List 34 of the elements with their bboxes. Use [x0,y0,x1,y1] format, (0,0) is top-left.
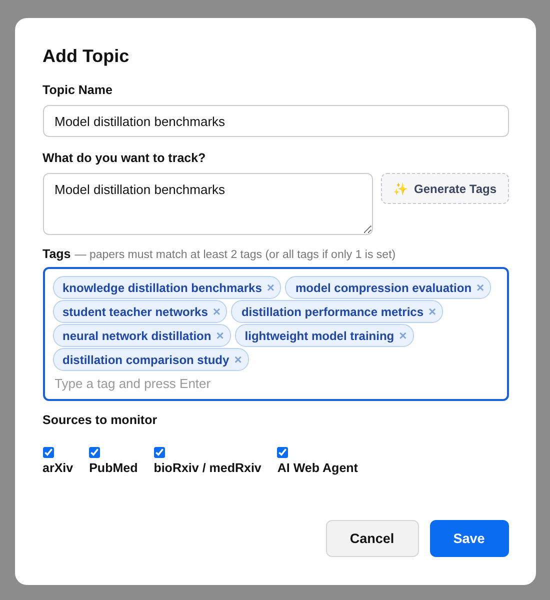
tag-chip: student teacher networks × [52,300,228,323]
tag-chip: knowledge distillation benchmarks × [52,276,282,299]
tag-chip: distillation comparison study × [52,348,249,371]
source-label: AI Web Agent [277,461,358,475]
remove-tag-button[interactable]: × [234,353,242,366]
field-label: Tags [42,247,71,261]
remove-tag-button[interactable]: × [476,281,484,294]
sources-label: Sources to monitor [42,413,158,427]
tag-chip: lightweight model training × [234,324,414,347]
source-checkbox[interactable] [277,447,288,458]
tag-chip: neural network distillation × [52,324,231,347]
source-checkbox[interactable] [154,447,165,458]
remove-tag-button[interactable]: × [428,305,436,318]
source-checkbox[interactable] [89,447,100,458]
save-button[interactable]: Save [430,520,508,557]
source-checkbox[interactable] [42,447,54,458]
remove-tag-button[interactable]: × [399,329,407,342]
remove-tag-button[interactable]: × [266,281,274,294]
remove-tag-button[interactable]: × [216,329,224,342]
source-label: bioRxiv / medRxiv [154,461,262,475]
tag-chip: distillation performance metrics × [231,300,444,323]
field-label: Topic Name [42,83,114,97]
source-label: arXiv [42,461,74,475]
field-label: What do you want to track? [42,151,207,165]
tag-chip: model compression evaluation × [285,276,492,299]
generate-tags-button[interactable]: ✨ Generate Tags [381,173,508,204]
topic-name-field[interactable]: Model distillation benchmarks [42,105,508,137]
remove-tag-button[interactable]: × [212,305,220,318]
source-label: PubMed [89,461,138,475]
tags-hint: — papers must match at least 2 tags (or all tags if only 1 is set) [74,249,396,261]
cancel-button[interactable]: Cancel [326,520,418,557]
track-field[interactable]: Model distillation benchmarks [42,173,374,235]
dialog-title: Add Topic [42,46,130,67]
tags-field[interactable]: knowledge distillation benchmarks × model compression evaluation × student teacher networks × distillation performance metrics × neural network distillation × lightweight model training × distillation comparison study × Type a tag and press Enter [42,267,508,401]
